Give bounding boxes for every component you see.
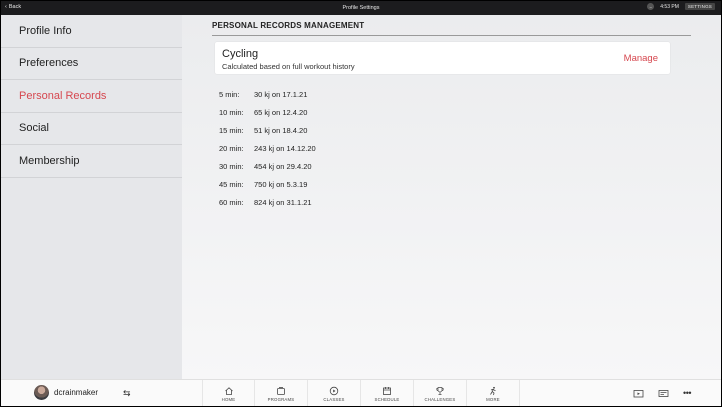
record-value: 243 kj on 14.12.20 (254, 143, 316, 153)
sidebar: Profile Info Preferences Personal Record… (1, 15, 182, 379)
calendar-icon (383, 386, 391, 395)
clock-time: 4:53 PM (660, 3, 679, 10)
runner-icon (490, 386, 496, 395)
sidebar-item-personal-records[interactable]: Personal Records (1, 80, 182, 113)
section-title: PERSONAL RECORDS MANAGEMENT (212, 21, 691, 36)
username: dcrainmaker (54, 388, 99, 397)
play-icon (329, 386, 339, 395)
sidebar-item-social[interactable]: Social (1, 113, 182, 145)
record-row: 60 min: 824 kj on 31.1.21 (219, 193, 316, 211)
record-duration: 30 min: (219, 161, 244, 171)
record-value: 65 kj on 12.4.20 (254, 107, 308, 117)
nav-challenges-label: CHALLENGES (424, 396, 456, 402)
record-duration: 15 min: (219, 125, 244, 135)
record-value: 454 kj on 29.4.20 (254, 161, 312, 171)
records-list: 5 min: 30 kj on 17.1.21 10 min: 65 kj on 1… (219, 85, 316, 211)
record-value: 30 kj on 17.1.21 (254, 89, 308, 99)
bottom-bar: dcrainmaker ⇆ HOME PROGRAMS CLASSES SCHE… (1, 379, 721, 406)
nav-programs-label: PROGRAMS (267, 396, 295, 402)
record-row: 45 min: 750 kj on 5.3.19 (219, 175, 316, 193)
nav-schedule-label: SCHEDULE (374, 396, 400, 402)
trophy-icon (436, 386, 444, 395)
cast-icon[interactable] (633, 389, 644, 398)
card-icon[interactable] (658, 389, 669, 398)
nav-classes[interactable]: CLASSES (308, 380, 361, 406)
record-row: 10 min: 65 kj on 12.4.20 (219, 103, 316, 121)
window-title: Profile Settings (342, 4, 380, 11)
sport-name: Cycling (222, 48, 259, 60)
record-value: 750 kj on 5.3.19 (254, 179, 308, 189)
record-value: 824 kj on 31.1.21 (254, 197, 312, 207)
sport-subtitle: Calculated based on full workout history (222, 62, 355, 71)
record-duration: 5 min: (219, 89, 240, 99)
more-options-icon[interactable]: ••• (683, 388, 691, 398)
sport-card: Cycling Calculated based on full workout… (215, 42, 670, 74)
user-profile[interactable]: dcrainmaker (34, 385, 98, 400)
bottom-nav: HOME PROGRAMS CLASSES SCHEDULE CHALLENGE… (202, 380, 520, 406)
main-content: PERSONAL RECORDS MANAGEMENT Cycling Calc… (182, 15, 721, 379)
minus-icon[interactable]: – (647, 3, 655, 10)
sidebar-item-profile-info[interactable]: Profile Info (1, 15, 182, 48)
nav-challenges[interactable]: CHALLENGES (414, 380, 467, 406)
nav-classes-label: CLASSES (323, 396, 345, 402)
manage-button[interactable]: Manage (624, 53, 658, 64)
nav-home[interactable]: HOME (202, 380, 255, 406)
record-row: 30 min: 454 kj on 29.4.20 (219, 157, 316, 175)
record-value: 51 kj on 18.4.20 (254, 125, 308, 135)
record-row: 5 min: 30 kj on 17.1.21 (219, 85, 316, 103)
record-duration: 10 min: (219, 107, 244, 117)
settings-button[interactable]: SETTINGS (684, 3, 715, 10)
record-row: 20 min: 243 kj on 14.12.20 (219, 139, 316, 157)
home-icon (224, 386, 233, 395)
nav-more[interactable]: MORE (467, 380, 520, 406)
nav-programs[interactable]: PROGRAMS (255, 380, 308, 406)
top-bar: ‹ Back Profile Settings – 4:53 PM SETTIN… (1, 1, 721, 15)
record-duration: 60 min: (219, 197, 244, 207)
nav-more-label: MORE (486, 396, 500, 402)
sidebar-item-membership[interactable]: Membership (1, 145, 182, 178)
nav-home-label: HOME (221, 396, 236, 402)
nav-schedule[interactable]: SCHEDULE (361, 380, 414, 406)
programs-icon (277, 386, 285, 395)
record-duration: 45 min: (219, 179, 244, 189)
switch-user-icon[interactable]: ⇆ (123, 388, 131, 399)
record-duration: 20 min: (219, 143, 244, 153)
app-window: ‹ Back Profile Settings – 4:53 PM SETTIN… (1, 1, 721, 406)
sidebar-item-preferences[interactable]: Preferences (1, 48, 182, 80)
avatar[interactable] (34, 385, 49, 400)
record-row: 15 min: 51 kj on 18.4.20 (219, 121, 316, 139)
